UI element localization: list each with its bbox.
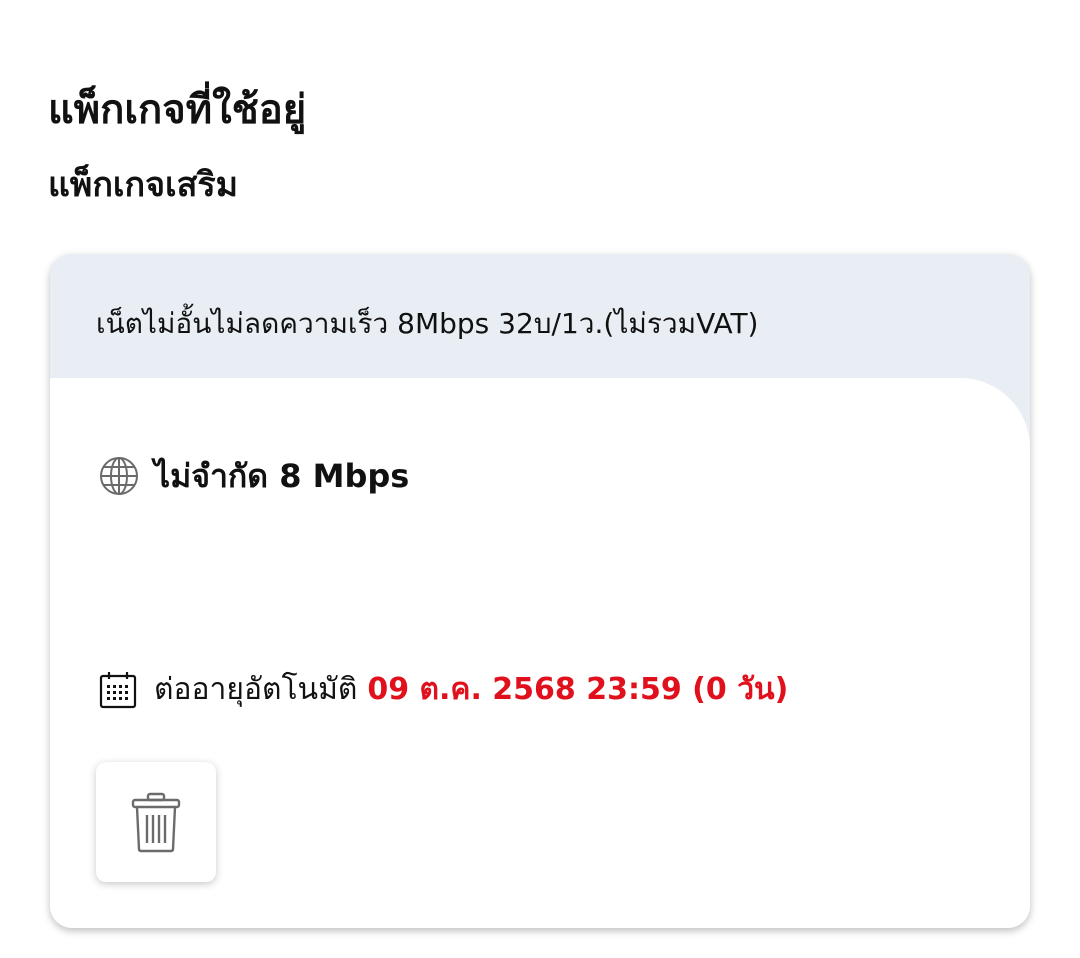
delete-package-button[interactable]: [96, 762, 216, 882]
page-title: แพ็กเกจที่ใช้อยู่: [48, 87, 307, 133]
section-title: แพ็กเกจเสริม: [48, 165, 239, 205]
package-name: เน็ตไม่อั้นไม่ลดความเร็ว 8Mbps 32บ/1ว.(ไ…: [96, 307, 759, 340]
package-card-body: ไม่จำกัด 8 Mbps ต่ออายุอัตโนมัติ 09 ต.ค.…: [50, 378, 1030, 928]
renewal-row: ต่ออายุอัตโนมัติ 09 ต.ค. 2568 23:59 (0 ว…: [98, 666, 788, 714]
trash-icon: [130, 791, 182, 853]
globe-icon: [98, 455, 140, 497]
feature-text: ไม่จำกัด 8 Mbps: [154, 457, 410, 495]
calendar-icon: [98, 670, 138, 710]
package-card: เน็ตไม่อั้นไม่ลดความเร็ว 8Mbps 32บ/1ว.(ไ…: [50, 254, 1030, 928]
feature-row: ไม่จำกัด 8 Mbps: [98, 452, 409, 500]
renewal-date: 09 ต.ค. 2568 23:59 (0 วัน): [367, 672, 789, 707]
renewal-label: ต่ออายุอัตโนมัติ: [154, 672, 358, 707]
package-card-header: เน็ตไม่อั้นไม่ลดความเร็ว 8Mbps 32บ/1ว.(ไ…: [50, 254, 1030, 378]
